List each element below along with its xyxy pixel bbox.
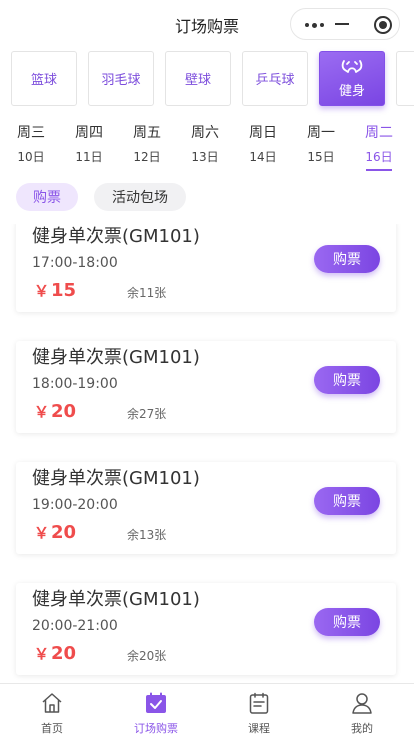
day-tab[interactable]: 周一 15日 [300, 122, 342, 165]
buy-button[interactable]: 购票 [314, 487, 380, 515]
home-icon [42, 693, 62, 713]
day-weekday: 周六 [191, 125, 219, 141]
day-weekday: 周二 [365, 125, 393, 141]
minimize-icon[interactable] [335, 23, 349, 25]
ticket-price: ￥ 20 [34, 401, 76, 422]
price-value: 20 [51, 401, 77, 422]
ticket-name: 健身单次票(GM101) [32, 468, 200, 489]
day-tab[interactable]: 周四 11日 [68, 122, 110, 165]
sport-chip-badminton[interactable]: 羽毛球 [88, 51, 154, 106]
day-date: 12日 [133, 150, 161, 164]
day-date: 10日 [17, 150, 45, 164]
day-tab[interactable]: 周日 14日 [242, 122, 284, 165]
price-value: 20 [51, 643, 77, 664]
sport-chip-squash[interactable]: 壁球 [165, 51, 231, 106]
ticket-time: 19:00-20:00 [32, 497, 118, 513]
buy-button[interactable]: 购票 [314, 245, 380, 273]
sport-category-bar: 篮球 羽毛球 壁球 乒乓球 健身 [0, 50, 414, 108]
ticket-time: 17:00-18:00 [32, 255, 118, 271]
sport-chip-basketball[interactable]: 篮球 [11, 51, 77, 106]
bottom-tab-bar: 首页 订场购票 课程 我的 [0, 683, 414, 738]
mini-program-capsule [290, 8, 400, 40]
day-weekday: 周五 [133, 125, 161, 141]
tab-home[interactable]: 首页 [0, 684, 104, 738]
tab-mine[interactable]: 我的 [310, 684, 414, 738]
tab-label: 订场购票 [134, 722, 178, 735]
day-weekday: 周三 [17, 125, 45, 141]
ticket-card: 健身单次票(GM101) 19:00-20:00 ￥ 20 余13张 购票 [16, 462, 396, 554]
day-weekday: 周日 [249, 125, 277, 141]
day-date: 15日 [307, 150, 335, 164]
sport-chip-more[interactable] [396, 51, 414, 106]
currency-symbol: ￥ [34, 645, 50, 663]
currency-symbol: ￥ [34, 282, 50, 300]
day-tab[interactable]: 周五 12日 [126, 122, 168, 165]
more-icon[interactable] [305, 22, 324, 28]
day-tab[interactable]: 周三 10日 [10, 122, 52, 165]
ticket-card: 健身单次票(GM101) 17:00-18:00 ￥ 15 余11张 购票 [16, 224, 396, 312]
tab-book-tickets[interactable]: 订场购票 [104, 684, 208, 738]
active-day-underline [366, 169, 392, 171]
ticket-card: 健身单次票(GM101) 18:00-19:00 ￥ 20 余27张 购票 [16, 341, 396, 433]
ticket-price: ￥ 20 [34, 522, 76, 543]
tickets-remaining: 余13张 [127, 528, 167, 542]
currency-symbol: ￥ [34, 524, 50, 542]
close-target-icon[interactable] [374, 16, 392, 34]
price-value: 15 [51, 280, 77, 301]
ticket-time: 18:00-19:00 [32, 376, 118, 392]
day-weekday: 周一 [307, 125, 335, 141]
user-icon [352, 693, 372, 714]
day-date: 14日 [249, 150, 277, 164]
day-tab-selected[interactable]: 周二 16日 [358, 122, 400, 171]
calendar-check-icon [146, 692, 166, 713]
tab-buy-ticket[interactable]: 购票 [16, 183, 78, 211]
course-list-icon [249, 692, 269, 714]
tab-label: 课程 [248, 722, 270, 735]
ticket-name: 健身单次票(GM101) [32, 226, 200, 247]
sport-chip-fitness[interactable]: 健身 [319, 51, 385, 106]
day-date: 16日 [365, 150, 393, 164]
tickets-remaining: 余20张 [127, 649, 167, 663]
date-selector: 周三 10日 周四 11日 周五 12日 周六 13日 周日 14日 周一 15… [0, 116, 414, 172]
tab-venue-package[interactable]: 活动包场 [94, 183, 186, 211]
day-tab[interactable]: 周六 13日 [184, 122, 226, 165]
ticket-time: 20:00-21:00 [32, 618, 118, 634]
ticket-price: ￥ 20 [34, 643, 76, 664]
dumbbell-icon [341, 60, 363, 73]
ticket-card: 健身单次票(GM101) 20:00-21:00 ￥ 20 余20张 购票 [16, 583, 396, 675]
tab-label: 我的 [351, 722, 373, 735]
price-value: 20 [51, 522, 77, 543]
sport-chip-label: 乒乓球 [255, 73, 295, 88]
day-weekday: 周四 [75, 125, 103, 141]
day-date: 11日 [75, 150, 103, 164]
currency-symbol: ￥ [34, 403, 50, 421]
buy-button[interactable]: 购票 [314, 608, 380, 636]
ticket-name: 健身单次票(GM101) [32, 347, 200, 368]
tickets-remaining: 余27张 [127, 407, 167, 421]
sport-chip-label: 健身 [338, 84, 365, 99]
tab-label: 首页 [41, 722, 63, 735]
ticket-price: ￥ 15 [34, 280, 76, 301]
tab-courses[interactable]: 课程 [207, 684, 311, 738]
nav-header: 订场购票 [0, 0, 414, 46]
day-date: 13日 [191, 150, 219, 164]
sport-chip-pingpong[interactable]: 乒乓球 [242, 51, 308, 106]
ticket-list: 健身单次票(GM101) 17:00-18:00 ￥ 15 余11张 购票 健身单… [0, 224, 414, 682]
ticket-name: 健身单次票(GM101) [32, 589, 200, 610]
sport-chip-label: 壁球 [184, 73, 211, 88]
sport-chip-label: 羽毛球 [101, 73, 141, 88]
buy-button[interactable]: 购票 [314, 366, 380, 394]
tickets-remaining: 余11张 [127, 286, 167, 300]
sport-chip-label: 篮球 [30, 73, 57, 88]
